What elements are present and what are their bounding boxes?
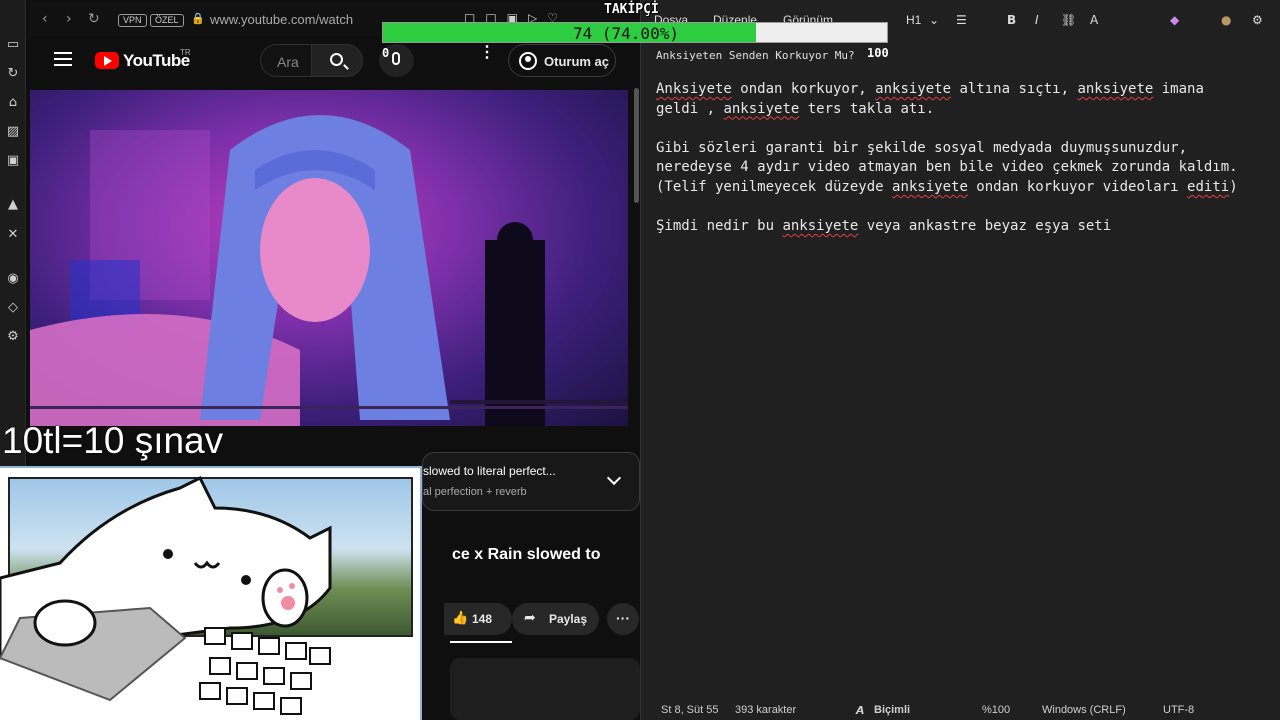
text-editor: Dosya Düzenle Görünüm H1 ⌄ ☰ B I ⛓ A ◆ ●… (640, 0, 1280, 720)
more-actions-button[interactable]: ··· (607, 603, 639, 635)
forward-icon[interactable]: › (66, 11, 72, 27)
account-icon (519, 52, 537, 70)
line-ending[interactable]: Windows (CRLF) (1042, 704, 1126, 716)
cube-icon[interactable]: ◇ (4, 299, 22, 317)
bold-icon[interactable]: B (1007, 13, 1016, 27)
document-body[interactable]: Anksiyete ondan korkuyor, anksiyete altı… (656, 80, 1276, 256)
reload-icon[interactable]: ↻ (88, 11, 100, 27)
search-button[interactable] (311, 44, 363, 77)
video-frame (30, 115, 628, 426)
spellcheck-flagged-word: anksiyete (723, 100, 800, 117)
spellcheck-flagged-word: anksiyete (892, 178, 968, 195)
like-button[interactable]: 👍 148 (444, 603, 512, 635)
chevron-down-icon[interactable]: ⌄ (929, 13, 939, 27)
address-bar: ‹ › ↻ VPN ÖZEL 🔒 www.youtube.com/watch □… (30, 2, 640, 36)
youtube-header: YouTube TR Ara ⋮ Oturum aç (30, 38, 640, 84)
region-code: TR (180, 48, 191, 57)
menu-edit[interactable]: Düzenle (713, 13, 757, 27)
url-text[interactable]: www.youtube.com/watch (210, 12, 353, 27)
chevron-down-icon[interactable] (606, 470, 622, 486)
back-icon[interactable]: ‹ (42, 11, 48, 27)
vpn-badge[interactable]: VPN (118, 14, 147, 27)
playlist-subtitle: al perfection + reverb (423, 486, 527, 498)
active-underline (450, 641, 512, 643)
search-icon (330, 53, 343, 66)
settings-gear-icon[interactable]: ⚙ (1252, 13, 1263, 27)
document-paragraph[interactable]: Anksiyete ondan korkuyor, anksiyete altı… (656, 80, 1276, 119)
paragraph-text: ondan korkuyor videoları (967, 178, 1188, 195)
cursor-position[interactable]: St 8, Süt 55 (661, 704, 718, 716)
playlist-card[interactable]: slowed to literal perfect... al perfecti… (422, 452, 640, 511)
spellcheck-flagged-word: anksiyete (1077, 81, 1154, 97)
toolbar-icons[interactable]: □□▣▷♡ (464, 11, 568, 25)
spellcheck-flagged-word: anksiyete (875, 81, 952, 97)
clear-format-icon[interactable]: A (1090, 13, 1098, 27)
share-icon: ➦ (524, 610, 536, 626)
paragraph-text: ) (1229, 178, 1238, 195)
search-input[interactable]: Ara (260, 44, 311, 77)
character-count[interactable]: 393 karakter (735, 704, 796, 716)
encoding[interactable]: UTF-8 (1163, 704, 1194, 716)
paragraph-text: ondan korkuyor, (731, 81, 876, 97)
heading-select[interactable]: H1 (906, 13, 921, 27)
share-button[interactable]: ➦ Paylaş (512, 603, 599, 635)
profile-avatar[interactable]: ● (1221, 13, 1231, 27)
search-placeholder: Ara (277, 54, 299, 70)
video-title: ce x Rain slowed to (452, 546, 601, 563)
like-count: 148 (472, 612, 493, 626)
document-paragraph[interactable]: Şimdi nedir bu anksiyete veya ankastre b… (656, 217, 1276, 237)
document-title: Anksiyeten Senden Korkuyor Mu? (656, 49, 855, 62)
more-options-icon[interactable]: ⋮ (479, 45, 495, 61)
voice-search-button[interactable] (379, 44, 414, 77)
donation-overlay-text: 10tl=10 şınav (2, 420, 224, 461)
bag-icon[interactable]: ⌂ (4, 94, 22, 112)
video-player[interactable] (30, 90, 628, 426)
menu-file[interactable]: Dosya (654, 13, 688, 27)
format-icon: 𝘼 (856, 705, 865, 717)
bongo-cat-overlay (0, 466, 422, 720)
zoom-level[interactable]: %100 (982, 704, 1010, 716)
playlist-title: slowed to literal perfect... (423, 464, 556, 478)
paragraph-text: Şimdi nedir bu (656, 218, 783, 235)
menu-icon[interactable] (54, 52, 72, 66)
description-card[interactable] (450, 658, 640, 720)
history-icon[interactable]: ↻ (4, 65, 22, 83)
signin-label: Oturum aç (544, 54, 610, 69)
bongo-cat-drawing (0, 475, 332, 715)
thumb-up-icon: 👍 (452, 611, 469, 626)
x-icon[interactable]: ✕ (4, 226, 22, 244)
settings-icon[interactable]: ⚙ (4, 328, 22, 346)
private-badge[interactable]: ÖZEL (150, 14, 184, 27)
share-label: Paylaş (549, 612, 588, 626)
spellcheck-flagged-word: Anksiyete (656, 81, 732, 97)
document-paragraph[interactable]: Gibi sözleri garanti bir şekilde sosyal … (656, 139, 1276, 198)
m-app-icon[interactable]: ▣ (4, 152, 22, 170)
scrollbar[interactable] (634, 88, 639, 203)
spellcheck-flagged-word: editi (1187, 178, 1230, 195)
status-bar: St 8, Süt 55 393 karakter 𝘼 Biçimli %100… (641, 700, 1280, 720)
link-icon[interactable]: ⛓ (1061, 13, 1076, 27)
italic-icon[interactable]: I (1035, 13, 1039, 27)
microphone-icon (392, 52, 400, 65)
crossed-box-icon[interactable]: ▨ (4, 123, 22, 141)
paragraph-text: ters takla atı. (799, 100, 935, 117)
gamepad-icon[interactable]: ▭ (4, 36, 22, 54)
youtube-logo-icon[interactable] (95, 52, 119, 69)
spellcheck-flagged-word: anksiyete (782, 218, 859, 235)
paragraph-text: veya ankastre beyaz eşya seti (858, 218, 1112, 235)
menu-view[interactable]: Görünüm (783, 13, 833, 27)
list-icon[interactable]: ☰ (956, 13, 967, 27)
lock-icon: 🔒 (191, 12, 205, 25)
player-icon[interactable]: ◉ (4, 270, 22, 288)
paragraph-text: altına sıçtı, (951, 81, 1078, 97)
editor-menubar: Dosya Düzenle Görünüm H1 ⌄ ☰ B I ⛓ A ◆ ●… (641, 4, 1280, 34)
copilot-icon[interactable]: ◆ (1170, 13, 1179, 27)
format-mode[interactable]: Biçimli (874, 704, 910, 716)
app-logo-icon[interactable]: ▲ (4, 196, 22, 214)
signin-button[interactable]: Oturum aç (508, 44, 616, 77)
